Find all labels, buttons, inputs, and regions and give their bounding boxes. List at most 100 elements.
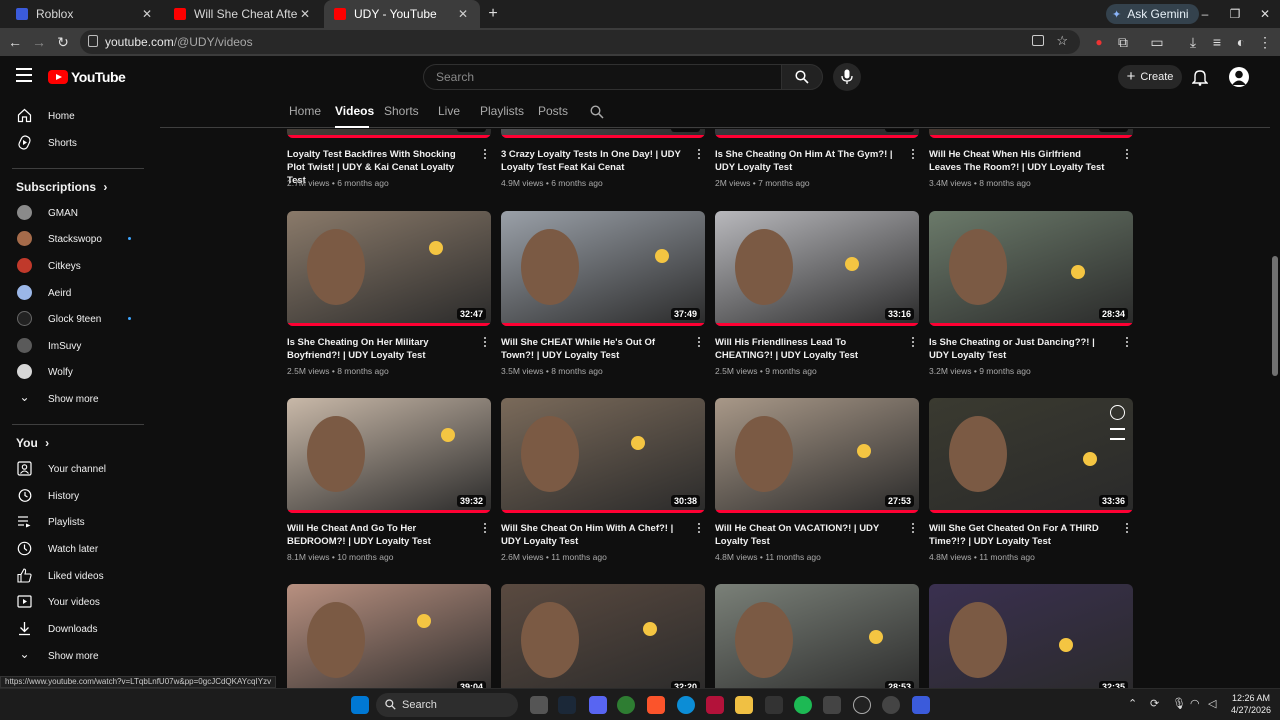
sidebar-panel-icon[interactable]: ▭ <box>1148 33 1166 51</box>
forward-icon[interactable]: → <box>30 33 48 51</box>
browser-tab-roblox[interactable]: Roblox ✕ <box>6 0 164 28</box>
video-thumbnail[interactable]: 33:30 <box>715 129 919 138</box>
profile-icon[interactable]: ◐ <box>1232 33 1250 51</box>
page-scrollbar[interactable] <box>1270 56 1280 688</box>
reload-icon[interactable]: ↻ <box>54 33 72 51</box>
microphone-tray-icon[interactable]: 🎙 <box>1172 697 1186 710</box>
tab-posts[interactable]: Posts <box>538 104 568 118</box>
close-tab-icon[interactable]: ✕ <box>456 7 470 21</box>
restore-icon[interactable]: ❐ <box>1226 5 1244 23</box>
tray-chevron-icon[interactable]: ⌃ <box>1128 697 1137 710</box>
watch-later-icon[interactable] <box>1110 405 1125 420</box>
scrollbar-thumb[interactable] <box>1272 256 1278 376</box>
video-thumbnail[interactable]: 30:38 <box>501 398 705 513</box>
video-title[interactable]: Will His Friendliness Lead To CHEATING?!… <box>715 336 901 362</box>
video-title[interactable]: Will She Cheat On Him With A Chef?! | UD… <box>501 522 687 548</box>
address-bar[interactable]: youtube.com/@UDY/videos ☆ <box>80 30 1080 54</box>
install-app-icon[interactable] <box>1032 35 1044 46</box>
video-thumbnail[interactable]: 33:36 <box>929 398 1133 513</box>
video-thumbnail[interactable]: 32:35 <box>929 584 1133 688</box>
subscription-item[interactable]: GMAN <box>0 200 150 226</box>
more-actions-icon[interactable] <box>1125 337 1129 349</box>
sidebar-item-shorts[interactable]: Shorts <box>0 130 150 156</box>
subscription-item[interactable]: Citkeys <box>0 253 150 279</box>
video-title[interactable]: Will He Cheat On VACATION?! | UDY Loyalt… <box>715 522 901 548</box>
video-thumbnail[interactable]: 39:32 <box>287 398 491 513</box>
notifications-bell-icon[interactable] <box>1192 68 1208 86</box>
task-view-icon[interactable] <box>530 696 548 714</box>
tab-home[interactable]: Home <box>289 104 321 118</box>
video-title[interactable]: Will He Cheat When His Girlfriend Leaves… <box>929 148 1115 174</box>
back-icon[interactable]: ← <box>6 33 24 51</box>
voice-search-button[interactable] <box>833 63 861 91</box>
new-tab-button[interactable]: + <box>484 5 502 23</box>
taskbar-search-box[interactable]: Search <box>376 693 518 717</box>
more-actions-icon[interactable] <box>483 149 487 161</box>
roblox-icon[interactable] <box>912 696 930 714</box>
bookmark-star-icon[interactable]: ☆ <box>1056 33 1068 49</box>
subscription-item[interactable]: Wolfy <box>0 359 150 385</box>
sidebar-item-liked-videos[interactable]: Liked videos <box>0 563 150 589</box>
video-title[interactable]: Will She CHEAT While He's Out Of Town?! … <box>501 336 687 362</box>
browser-tab-udy[interactable]: UDY - YouTube ✕ <box>324 0 480 28</box>
subscription-item[interactable]: Stackswopo <box>0 226 150 252</box>
video-thumbnail[interactable]: 37:49 <box>501 211 705 326</box>
sidebar-item-downloads[interactable]: Downloads <box>0 616 150 642</box>
sidebar-item-your-channel[interactable]: Your channel <box>0 456 150 482</box>
reading-list-icon[interactable]: ≡ <box>1208 33 1226 51</box>
more-actions-icon[interactable] <box>911 337 915 349</box>
start-menu-icon[interactable] <box>351 696 369 714</box>
browser-tab-video[interactable]: Will She Cheat After Doing A S ✕ <box>164 0 322 28</box>
more-actions-icon[interactable] <box>911 523 915 535</box>
more-actions-icon[interactable] <box>697 523 701 535</box>
file-explorer-icon[interactable] <box>735 696 753 714</box>
sidebar-item-watch-later[interactable]: Watch later <box>0 536 150 562</box>
close-tab-icon[interactable]: ✕ <box>140 7 154 21</box>
sidebar-item-home[interactable]: Home <box>0 103 150 129</box>
video-thumbnail[interactable]: 33:16 <box>715 211 919 326</box>
account-avatar[interactable] <box>1229 67 1249 87</box>
video-thumbnail[interactable]: 27:53 <box>715 398 919 513</box>
video-thumbnail[interactable]: 33:19 <box>287 129 491 138</box>
sidebar-item-your-videos[interactable]: Your videos <box>0 589 150 615</box>
hamburger-menu-icon[interactable] <box>16 68 32 82</box>
close-window-icon[interactable]: ✕ <box>1256 5 1274 23</box>
channel-search-icon[interactable] <box>590 105 604 119</box>
subscription-item[interactable]: ImSuvy <box>0 333 150 359</box>
video-thumbnail[interactable]: 28:34 <box>929 211 1133 326</box>
more-actions-icon[interactable] <box>697 337 701 349</box>
video-title[interactable]: Is She Cheating or Just Dancing??! | UDY… <box>929 336 1115 362</box>
tab-playlists[interactable]: Playlists <box>480 104 524 118</box>
video-title[interactable]: Is She Cheating On Her Military Boyfrien… <box>287 336 473 362</box>
chrome-icon[interactable] <box>617 696 635 714</box>
video-title[interactable]: 3 Crazy Loyalty Tests In One Day! | UDY … <box>501 148 687 174</box>
taskbar-clock[interactable]: 12:26 AM 4/27/2026 <box>1228 692 1274 716</box>
more-actions-icon[interactable] <box>483 337 487 349</box>
video-title[interactable]: Will She Get Cheated On For A THIRD Time… <box>929 522 1115 548</box>
tab-live[interactable]: Live <box>438 104 460 118</box>
video-thumbnail[interactable]: 28:53 <box>715 584 919 688</box>
subscription-item[interactable]: Aeird <box>0 280 150 306</box>
subscriptions-heading[interactable]: Subscriptions › <box>16 180 107 194</box>
app-icon[interactable] <box>882 696 900 714</box>
app-icon[interactable] <box>765 696 783 714</box>
more-actions-icon[interactable] <box>1125 523 1129 535</box>
ask-gemini-button[interactable]: ✦ Ask Gemini <box>1106 4 1199 24</box>
search-button[interactable] <box>781 64 823 90</box>
video-thumbnail[interactable]: 23:09 <box>929 129 1133 138</box>
app-icon[interactable] <box>853 696 871 714</box>
wifi-icon[interactable]: ◠ <box>1190 697 1200 710</box>
edge-icon[interactable] <box>677 696 695 714</box>
subscription-item[interactable]: Glock 9teen <box>0 306 150 332</box>
steam-icon[interactable] <box>558 696 576 714</box>
show-more-you[interactable]: ⌄ Show more <box>0 643 150 669</box>
extension-badge-icon[interactable]: ● <box>1090 33 1108 51</box>
app-icon[interactable] <box>823 696 841 714</box>
more-actions-icon[interactable] <box>483 523 487 535</box>
volume-icon[interactable]: ◁ <box>1208 697 1216 710</box>
site-info-icon[interactable] <box>88 35 98 47</box>
video-title[interactable]: Is She Cheating On Him At The Gym?! | UD… <box>715 148 901 174</box>
video-thumbnail[interactable]: 39:04 <box>287 584 491 688</box>
more-actions-icon[interactable] <box>1125 149 1129 161</box>
discord-icon[interactable] <box>589 696 607 714</box>
